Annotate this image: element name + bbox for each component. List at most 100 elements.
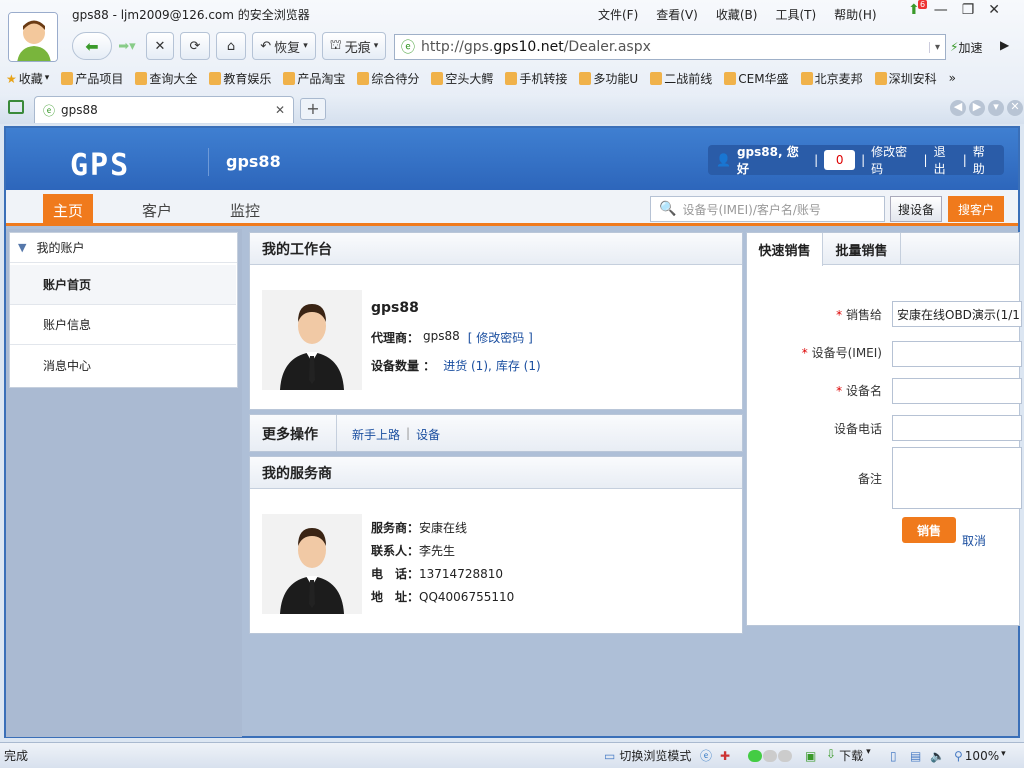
divider: [336, 415, 337, 451]
imei-input[interactable]: [892, 341, 1022, 367]
note-textarea[interactable]: [892, 447, 1022, 509]
folder-icon: ▭: [604, 748, 616, 763]
close-all-icon[interactable]: ✕: [1007, 100, 1023, 116]
address-bar[interactable]: ⓔ http://gps. gps10.net/Dealer.aspx ▾: [394, 34, 946, 60]
screenshot-icon[interactable]: ▣: [805, 749, 816, 763]
close-icon[interactable]: ✕: [988, 2, 1000, 18]
favorite-item[interactable]: 北京麦邦: [800, 70, 863, 87]
minimize-icon[interactable]: —: [934, 2, 948, 18]
shield-icon[interactable]: ✚: [720, 749, 730, 763]
logout-link[interactable]: 退出: [934, 143, 957, 177]
sidebar-item-account-info[interactable]: 账户信息: [10, 305, 236, 345]
tab-monitor[interactable]: 监控: [218, 194, 272, 226]
download-icon: ⇩: [826, 747, 837, 761]
menu-file[interactable]: 文件(F): [598, 6, 638, 23]
toggle-switch[interactable]: [748, 749, 792, 762]
sell-button[interactable]: 销售: [902, 517, 956, 543]
favorite-item[interactable]: 综合待分: [357, 70, 419, 87]
menu-favorites[interactable]: 收藏(B): [716, 6, 758, 23]
tab-list-icon[interactable]: ▾: [988, 100, 1004, 116]
notrace-button[interactable]: ⛫ 无痕 ▾: [322, 32, 386, 60]
search-device-button[interactable]: 搜设备: [890, 196, 942, 222]
close-tab-icon[interactable]: ✕: [275, 103, 285, 117]
home-button[interactable]: ⌂: [216, 32, 246, 60]
favorite-item[interactable]: 二战前线: [650, 70, 712, 87]
favorite-item[interactable]: 教育娱乐: [209, 70, 271, 87]
message-count[interactable]: 0: [824, 150, 856, 170]
switch-mode-button[interactable]: ▭ 切换浏览模式: [604, 747, 691, 764]
favorite-item[interactable]: 产品淘宝: [283, 70, 345, 87]
sell-to-select[interactable]: 安康在线OBD演示(1/1): [892, 301, 1022, 327]
agent-value: gps88: [423, 329, 460, 343]
user-avatar[interactable]: [8, 12, 58, 62]
device-phone-input[interactable]: [892, 415, 1022, 441]
scroll-right-icon[interactable]: ▶: [969, 100, 985, 116]
change-password-link[interactable]: 修改密码: [871, 143, 917, 177]
new-tab-button[interactable]: +: [300, 98, 326, 120]
scroll-left-icon[interactable]: ◀: [950, 100, 966, 116]
refresh-icon: ⟳: [189, 38, 201, 54]
download-button[interactable]: ⇩ 下载 ▾: [826, 747, 871, 764]
address-label: 地 址：: [371, 590, 420, 604]
device-name-input[interactable]: [892, 378, 1022, 404]
tab-quick-sale[interactable]: 快速销售: [747, 233, 823, 266]
stop-button[interactable]: ✕: [146, 32, 174, 60]
tab-batch-sale[interactable]: 批量销售: [823, 233, 901, 265]
notification-icon[interactable]: ⬆ 6: [908, 0, 928, 18]
maximize-icon[interactable]: ❐: [962, 2, 975, 18]
favorite-item[interactable]: 深圳安科: [874, 70, 937, 87]
chevron-down-icon[interactable]: ▾: [928, 41, 945, 53]
tab-gps88[interactable]: ⓔ gps88 ✕: [34, 96, 294, 123]
contact-label: 联系人：: [371, 544, 420, 558]
getting-started-link[interactable]: 新手上路: [352, 426, 400, 443]
more-favorites-icon[interactable]: »: [949, 71, 956, 85]
search-input[interactable]: 🔍 设备号(IMEI)/客户名/账号: [650, 196, 885, 222]
address-value: QQ4006755110: [419, 590, 515, 604]
forward-button[interactable]: ➡▾: [112, 32, 142, 60]
help-link[interactable]: 帮助: [973, 143, 996, 177]
tab-customers[interactable]: 客户: [130, 194, 184, 226]
search-customer-button[interactable]: 搜客户: [948, 196, 1004, 222]
folder-icon: [505, 71, 518, 85]
sidebar-item-account-home[interactable]: 账户首页: [10, 265, 236, 305]
purchase-link[interactable]: 进货 (1),: [443, 357, 492, 374]
restore-button[interactable]: ↶ 恢复 ▾: [252, 32, 316, 60]
sidebar-toggle-icon[interactable]: [8, 100, 24, 114]
folder-icon: [724, 71, 737, 85]
speedup-button[interactable]: ⚡ 加速: [950, 34, 996, 60]
page-icon[interactable]: ▯: [890, 749, 897, 763]
sell-to-label: * 销售给: [836, 308, 882, 322]
tab-home[interactable]: 主页: [43, 194, 93, 226]
favorite-item[interactable]: CEM华盛: [724, 70, 789, 87]
change-password-link[interactable]: [ 修改密码 ]: [468, 329, 533, 346]
window-controls: ⬆ 6 — ❐ ✕: [908, 0, 1000, 18]
sidebar-item-messages[interactable]: 消息中心: [10, 345, 236, 385]
zoom-control[interactable]: ⚲ 100% ▾: [954, 749, 1006, 763]
refresh-button[interactable]: ⟳: [180, 32, 210, 60]
account-section-header[interactable]: ▼ 我的账户: [10, 233, 237, 263]
favorite-item[interactable]: 查询大全: [135, 70, 197, 87]
magnifier-icon: ⚲: [954, 748, 963, 763]
ie-icon[interactable]: ⓔ: [700, 747, 712, 764]
favorite-item[interactable]: 手机转接: [505, 70, 567, 87]
devices-link[interactable]: 设备: [416, 426, 440, 443]
window-icon[interactable]: ▤: [910, 749, 921, 763]
go-icon[interactable]: ▶: [1000, 38, 1009, 52]
favorite-item[interactable]: 产品项目: [61, 70, 123, 87]
back-button[interactable]: ⬅: [72, 32, 112, 60]
speaker-icon[interactable]: 🔈: [930, 749, 945, 763]
favorite-label: CEM华盛: [738, 71, 789, 86]
search-icon: 🔍: [659, 201, 677, 217]
undo-icon: ↶: [260, 38, 272, 54]
favorites-menu[interactable]: ★ 收藏 ▾: [6, 70, 49, 87]
phone-label: 电 话：: [371, 567, 420, 581]
favorite-item[interactable]: 多功能U: [579, 70, 638, 87]
cancel-link[interactable]: 取消: [962, 532, 986, 549]
menu-view[interactable]: 查看(V): [656, 6, 698, 23]
menu-tools[interactable]: 工具(T): [775, 6, 816, 23]
favorite-item[interactable]: 空头大鳄: [431, 70, 493, 87]
stock-link[interactable]: 库存 (1): [496, 357, 541, 374]
workbench-title: 我的工作台: [250, 233, 742, 265]
more-actions-links: 新手上路 | 设备: [352, 426, 440, 443]
menu-help[interactable]: 帮助(H): [834, 6, 876, 23]
